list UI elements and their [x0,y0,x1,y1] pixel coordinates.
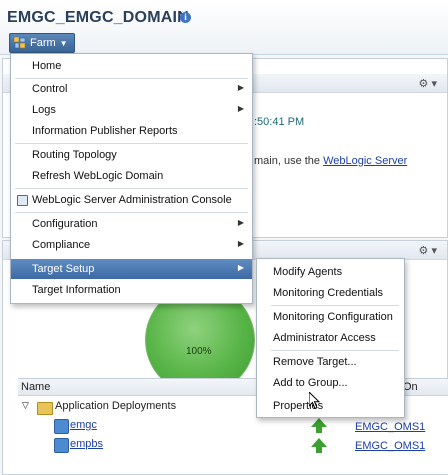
page-title: EMGC_EMGC_DOMAIN [7,9,189,26]
submenu-item-administrator-access[interactable]: Administrator Access [257,328,404,348]
menu-item-label: Target Setup [32,263,95,275]
menu-item-label: Control [32,83,68,95]
table-row[interactable]: empbs EMGC_OMS1 [18,435,448,455]
menu-item-compliance[interactable]: Compliance ▶ [11,235,252,255]
target-setup-submenu: Modify Agents Monitoring Credentials Mon… [256,258,405,418]
submenu-arrow-icon: ▶ [237,83,244,92]
chevron-down-icon: ▼ [59,38,68,48]
submenu-arrow-icon: ▶ [237,218,244,227]
submenu-arrow-icon: ▶ [237,263,244,272]
status-up-icon [311,418,327,433]
submenu-arrow-icon: ▶ [237,239,244,248]
menu-item-logs[interactable]: Logs ▶ [11,100,252,120]
menu-item-weblogic-admin-console[interactable]: WebLogic Server Administration Console [11,190,252,210]
menu-separator [15,212,248,213]
submenu-item-label: Add to Group... [273,377,348,389]
menu-item-label: Configuration [32,218,98,230]
submenu-item-properties[interactable]: Properties [257,396,404,416]
submenu-item-label: Administrator Access [273,332,376,344]
column-on[interactable]: On [403,381,418,393]
expand-toggle-icon[interactable]: ▽ [22,400,29,411]
menu-separator [271,350,399,351]
menu-item-label: Compliance [32,239,91,251]
submenu-item-label: Monitoring Configuration [273,311,393,323]
menu-item-configuration[interactable]: Configuration ▶ [11,214,252,234]
menu-item-label: Home [32,60,62,72]
row-name-link[interactable]: emgc [70,419,97,431]
menu-item-label: Information Publisher Reports [32,125,178,137]
menu-separator [15,188,248,189]
menu-item-information-publisher-reports[interactable]: Information Publisher Reports [11,121,252,141]
domain-info-prefix: main, use the [254,155,324,167]
farm-menu-label: Farm [30,37,56,49]
menu-item-label: Routing Topology [32,149,117,161]
status-up-icon [311,438,327,453]
submenu-arrow-icon: ▶ [237,104,244,113]
domain-info-text: main, use the WebLogic Server [254,155,407,167]
weblogic-server-link[interactable]: WebLogic Server [323,155,407,167]
gear-icon[interactable]: ⚙ ▾ [419,244,437,257]
submenu-item-monitoring-configuration[interactable]: Monitoring Configuration [257,307,404,327]
info-icon[interactable]: i [180,12,191,23]
weblogic-console-icon [17,195,28,206]
menu-item-target-information[interactable]: Target Information [11,280,252,300]
menu-item-control[interactable]: Control ▶ [11,79,252,99]
menu-item-routing-topology[interactable]: Routing Topology [11,145,252,165]
row-target-link[interactable]: EMGC_OMS1 [355,421,425,433]
farm-icon [13,36,26,49]
submenu-item-label: Modify Agents [273,266,343,278]
submenu-item-label: Remove Target... [273,356,357,368]
submenu-item-add-to-group[interactable]: Add to Group... [257,373,404,393]
table-row[interactable]: emgc EMGC_OMS1 [18,416,448,436]
menu-item-label: Target Information [32,284,121,296]
page-header: EMGC_EMGC_DOMAIN i Farm ▼ [0,0,448,55]
application-icon [54,419,69,434]
submenu-item-label: Monitoring Credentials [273,287,384,299]
submenu-item-monitoring-credentials[interactable]: Monitoring Credentials [257,283,404,303]
folder-icon [37,402,53,415]
menu-item-refresh-weblogic-domain[interactable]: Refresh WebLogic Domain [11,166,252,186]
row-target-link[interactable]: EMGC_OMS1 [355,440,425,452]
column-name[interactable]: Name [21,381,50,393]
farm-menu-button[interactable]: Farm ▼ [9,33,75,53]
menu-item-label: WebLogic Server Administration Console [32,194,232,206]
application-icon [54,438,69,453]
menu-item-home[interactable]: Home [11,56,252,76]
row-name: Application Deployments [55,400,177,412]
menu-separator [271,305,399,306]
menu-item-target-setup[interactable]: Target Setup ▶ [11,259,252,279]
refresh-time: :50:41 PM [254,116,305,128]
menu-item-label: Refresh WebLogic Domain [32,170,164,182]
gear-icon[interactable]: ⚙ ▾ [419,77,437,90]
status-percent: 100% [186,346,212,357]
submenu-item-remove-target[interactable]: Remove Target... [257,352,404,372]
submenu-item-modify-agents[interactable]: Modify Agents [257,262,404,282]
menu-separator [15,143,248,144]
menu-item-label: Logs [32,104,56,116]
farm-dropdown-menu: Home Control ▶ Logs ▶ Information Publis… [10,53,253,304]
row-name-link[interactable]: empbs [70,438,103,450]
